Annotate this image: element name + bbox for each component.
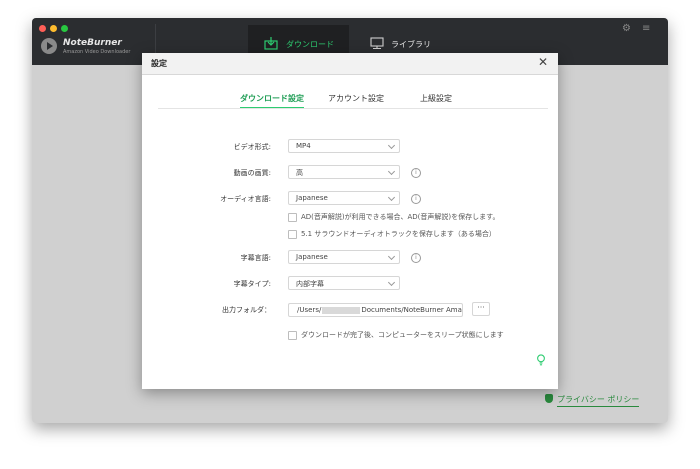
output-folder-label: 出力フォルダ： — [222, 306, 271, 314]
lightbulb-icon[interactable] — [536, 354, 546, 366]
video-quality-label: 動画の画質: — [233, 169, 271, 177]
output-path-prefix: /Users/ — [297, 306, 322, 314]
zoom-window-button[interactable] — [61, 25, 68, 32]
info-icon[interactable]: i — [411, 253, 421, 263]
subtitle-language-label: 字幕言語: — [240, 254, 271, 262]
surround-audio-checkbox[interactable] — [288, 230, 297, 239]
subtitle-language-value: Japanese — [296, 253, 328, 261]
noteburner-logo-icon — [41, 38, 57, 54]
browse-folder-button[interactable]: ··· — [472, 302, 490, 316]
privacy-policy-link[interactable]: プライバシー ポリシー — [545, 394, 640, 407]
chevron-down-icon — [387, 141, 396, 150]
tab-download-label: ダウンロード — [286, 40, 334, 49]
gear-icon[interactable]: ⚙ — [622, 24, 631, 34]
chevron-down-icon — [387, 278, 396, 287]
audio-language-select[interactable]: Japanese — [288, 191, 400, 205]
redacted-username — [322, 306, 361, 314]
video-quality-value: 高 — [296, 169, 303, 177]
tab-library-label[interactable]: ライブラリ — [391, 39, 431, 50]
menu-icon[interactable]: ≡ — [642, 24, 650, 34]
video-format-value: MP4 — [296, 142, 311, 150]
tabs-divider — [158, 108, 548, 109]
output-path-suffix: Documents/NoteBurner Amaz — [361, 306, 463, 314]
sleep-after-download-checkbox[interactable] — [288, 331, 297, 340]
library-icon[interactable] — [370, 37, 384, 50]
tab-download-settings[interactable]: ダウンロード設定 — [240, 93, 304, 109]
subtitle-language-select[interactable]: Japanese — [288, 250, 400, 264]
chevron-down-icon — [387, 252, 396, 261]
audio-language-value: Japanese — [296, 194, 328, 202]
dialog-title: 設定 — [151, 59, 167, 68]
video-format-label: ビデオ形式: — [233, 143, 271, 151]
download-icon — [264, 37, 278, 50]
video-format-select[interactable]: MP4 — [288, 139, 400, 153]
dialog-header: 設定 ✕ — [142, 53, 558, 75]
close-icon[interactable]: ✕ — [538, 55, 548, 69]
ad-audio-label: AD(音声解説)が利用できる場合、AD(音声解説)を保存します。 — [301, 213, 500, 221]
subtitle-type-select[interactable]: 内部字幕 — [288, 276, 400, 290]
ad-audio-checkbox[interactable] — [288, 213, 297, 222]
subtitle-type-label: 字幕タイプ: — [233, 280, 271, 288]
info-icon[interactable]: i — [411, 168, 421, 178]
minimize-window-button[interactable] — [50, 25, 57, 32]
tab-account-settings[interactable]: アカウント設定 — [328, 93, 384, 104]
settings-dialog: 設定 ✕ ダウンロード設定 アカウント設定 上級設定 ビデオ形式: MP4 動画… — [142, 53, 558, 389]
tab-advanced-settings[interactable]: 上級設定 — [420, 93, 452, 104]
subtitle-type-value: 内部字幕 — [296, 280, 324, 288]
info-icon[interactable]: i — [411, 194, 421, 204]
chevron-down-icon — [387, 167, 396, 176]
privacy-policy-label: プライバシー ポリシー — [557, 395, 640, 404]
surround-audio-label: 5.1 サラウンドオーディオトラックを保存します（ある場合） — [301, 230, 496, 238]
sleep-after-download-label: ダウンロードが完了後、コンピューターをスリープ状態にします — [301, 331, 504, 339]
close-window-button[interactable] — [39, 25, 46, 32]
brand-name: NoteBurner — [63, 38, 122, 48]
audio-language-label: オーディオ言語: — [220, 195, 271, 203]
shield-icon — [545, 394, 553, 403]
chevron-down-icon — [387, 193, 396, 202]
brand-subtitle: Amazon Video Downloader — [63, 49, 131, 55]
output-folder-input[interactable]: /Users/Documents/NoteBurner Amaz — [288, 303, 463, 317]
video-quality-select[interactable]: 高 — [288, 165, 400, 179]
